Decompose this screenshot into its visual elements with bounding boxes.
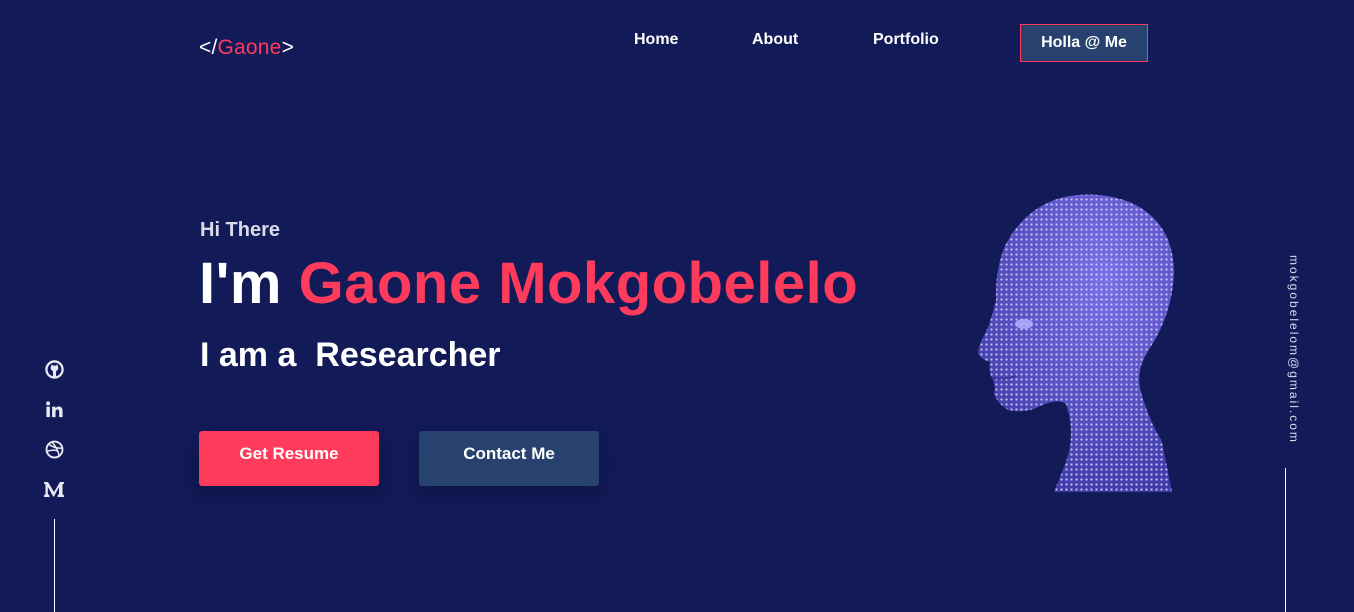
nav-home[interactable]: Home [634, 31, 678, 49]
role-prefix: I am a [200, 336, 306, 374]
site-logo[interactable]: </Gaone> [199, 36, 294, 60]
email-link[interactable]: mokgobelelom@gmail.com [1287, 255, 1301, 444]
hero-role: I am a Researcher [200, 336, 501, 375]
head-illustration [978, 194, 1174, 492]
hero-greeting: Hi There [200, 219, 281, 241]
hero-headline: I'm Gaone Mokgobelelo [199, 250, 858, 317]
role-title: Researcher [315, 336, 501, 374]
linkedin-icon[interactable] [43, 398, 65, 420]
contact-me-button[interactable]: Contact Me [419, 431, 599, 486]
right-divider-line [1285, 468, 1286, 612]
get-resume-button[interactable]: Get Resume [199, 431, 379, 486]
logo-suffix: > [281, 36, 295, 59]
dribbble-icon[interactable] [43, 438, 65, 460]
logo-prefix: </ [199, 36, 218, 59]
social-links [43, 358, 65, 518]
headline-prefix: I'm [199, 251, 299, 316]
nav-portfolio[interactable]: Portfolio [873, 31, 939, 49]
nav-about[interactable]: About [752, 31, 798, 49]
medium-icon[interactable] [43, 478, 65, 500]
left-divider-line [54, 519, 55, 612]
headline-name: Gaone Mokgobelelo [298, 251, 859, 316]
holla-button[interactable]: Holla @ Me [1020, 24, 1148, 62]
github-icon[interactable] [43, 358, 65, 380]
logo-name: Gaone [217, 36, 282, 59]
